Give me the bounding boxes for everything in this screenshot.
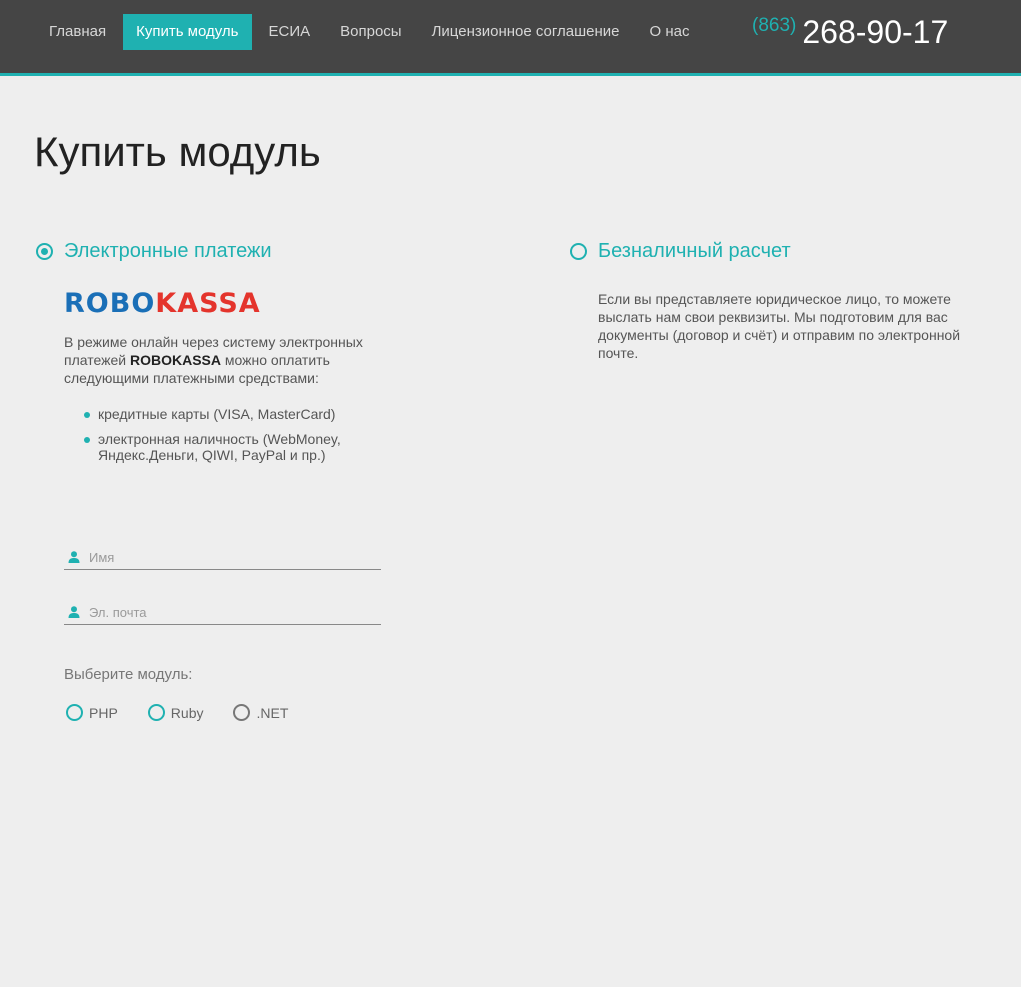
nav-item-license[interactable]: Лицензионное соглашение bbox=[419, 14, 633, 50]
user-icon bbox=[68, 551, 80, 563]
module-option-ruby[interactable]: Ruby bbox=[147, 704, 203, 721]
radio-checked-icon bbox=[36, 243, 53, 260]
radio-icon bbox=[66, 704, 83, 721]
main-nav: Главная Купить модуль ЕСИА Вопросы Лицен… bbox=[36, 14, 706, 50]
user-icon bbox=[68, 606, 80, 618]
payment-methods-list: кредитные карты (VISA, MasterCard) элект… bbox=[84, 406, 374, 472]
phone-number: 268-90-17 bbox=[802, 14, 949, 50]
phone-code: (863) bbox=[752, 15, 797, 36]
module-option-php[interactable]: PHP bbox=[66, 704, 118, 721]
top-bar: Главная Купить модуль ЕСИА Вопросы Лицен… bbox=[0, 0, 1021, 76]
list-item: кредитные карты (VISA, MasterCard) bbox=[84, 406, 374, 422]
name-field bbox=[64, 545, 381, 570]
radio-icon bbox=[147, 704, 165, 721]
radio-icon bbox=[570, 243, 587, 260]
module-option-net[interactable]: .NET bbox=[233, 704, 288, 721]
module-options: PHP Ruby .NET bbox=[66, 704, 318, 721]
nav-item-home[interactable]: Главная bbox=[36, 14, 119, 50]
cashless-payment-option[interactable]: Безналичный расчет bbox=[570, 240, 791, 263]
electronic-payments-option[interactable]: Электронные платежи bbox=[36, 240, 272, 263]
cashless-heading: Безналичный расчет bbox=[598, 240, 791, 262]
nav-item-esia[interactable]: ЕСИА bbox=[256, 14, 324, 50]
email-input[interactable] bbox=[89, 604, 381, 620]
electronic-payments-heading: Электронные платежи bbox=[64, 240, 272, 262]
nav-item-buy-module[interactable]: Купить модуль bbox=[123, 14, 252, 50]
robokassa-logo: ROBOKASSA bbox=[64, 288, 261, 319]
nav-item-questions[interactable]: Вопросы bbox=[327, 14, 414, 50]
electronic-intro: В режиме онлайн через систему электронны… bbox=[64, 334, 363, 386]
page-title: Купить модуль bbox=[34, 128, 321, 175]
radio-icon bbox=[233, 704, 251, 721]
name-input[interactable] bbox=[89, 549, 381, 565]
nav-item-about[interactable]: О нас bbox=[637, 14, 703, 50]
cashless-text: Если вы представляете юридическое лицо, … bbox=[598, 291, 961, 361]
email-field bbox=[64, 600, 381, 625]
list-item: электронная наличность (WebMoney, Яндекс… bbox=[84, 431, 374, 463]
phone-contact: (863) 268-90-17 bbox=[752, 14, 948, 51]
module-select-label: Выберите модуль: bbox=[64, 666, 193, 683]
